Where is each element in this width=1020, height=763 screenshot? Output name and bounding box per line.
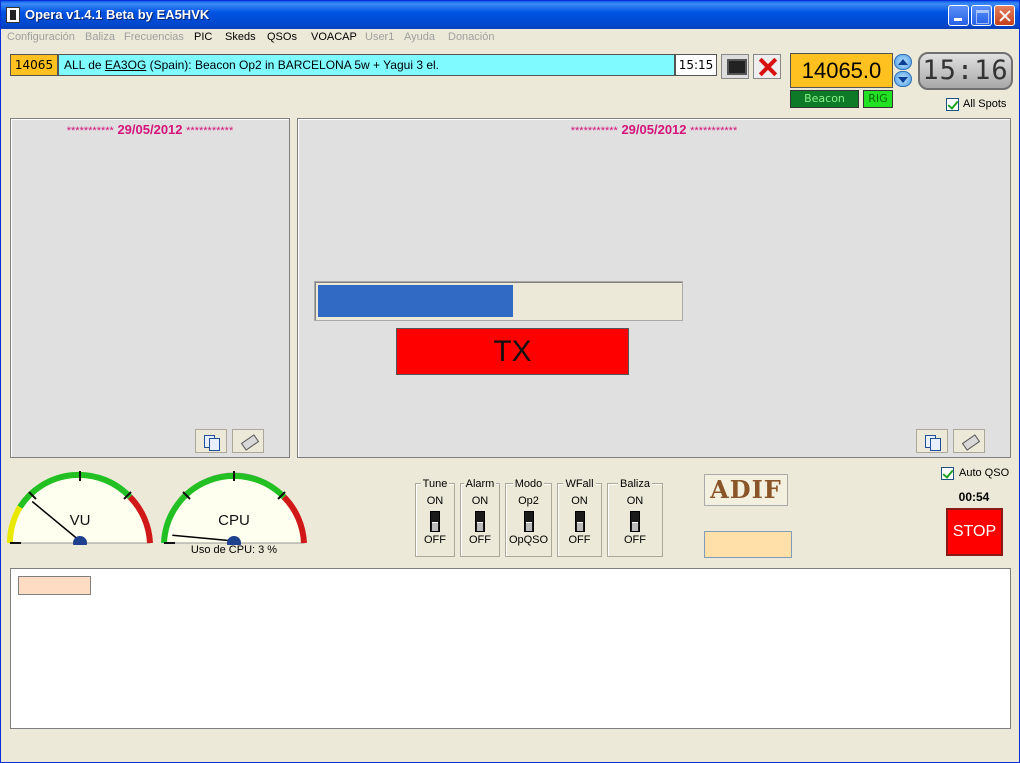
menu-voacap[interactable]: VOACAP	[311, 31, 357, 43]
switch-tune-off: OFF	[424, 534, 446, 546]
log-area[interactable]	[10, 568, 1011, 729]
left-panel-date: 29/05/2012	[117, 122, 183, 137]
switch-modo[interactable]: Modo Op2 OpQSO	[505, 478, 552, 557]
switch-modo-on: Op2	[518, 495, 539, 507]
rig-indicator[interactable]: RIG	[863, 90, 893, 108]
left-stars-left: ***********	[66, 125, 114, 137]
spot-callsign-link[interactable]: EA3OG	[105, 58, 146, 72]
switch-baliza-toggle[interactable]	[630, 511, 640, 532]
switch-baliza[interactable]: Baliza ON OFF	[607, 478, 663, 557]
stop-button[interactable]: STOP	[946, 508, 1003, 556]
maximize-button[interactable]	[971, 5, 992, 26]
left-decode-panel[interactable]: *********** 29/05/2012 ***********	[10, 118, 290, 458]
left-stars-right: ***********	[186, 125, 234, 137]
switch-baliza-on: ON	[626, 495, 644, 507]
switch-modo-off: OpQSO	[508, 534, 549, 546]
switch-tune-title: Tune	[420, 478, 450, 490]
cpu-label: CPU	[218, 512, 250, 529]
switch-wfall-on: ON	[571, 495, 588, 507]
adif-button[interactable]: ADIF	[704, 474, 788, 506]
left-copy-icon[interactable]	[195, 429, 227, 453]
beacon-indicator[interactable]: Beacon	[790, 90, 859, 108]
right-stars-right: ***********	[690, 125, 738, 137]
menu-configuracion[interactable]: Configuración	[7, 31, 75, 43]
switch-alarm-on: ON	[471, 495, 489, 507]
menu-donacion[interactable]: Donación	[448, 31, 494, 43]
switch-tune-on: ON	[426, 495, 444, 507]
tx-progress-fill	[318, 285, 513, 317]
switch-alarm-off: OFF	[469, 534, 491, 546]
cpu-gauge: CPU	[161, 471, 307, 545]
right-panel-date: 29/05/2012	[621, 122, 687, 137]
menu-bar: Configuración Baliza Frecuencias PIC Ske…	[1, 29, 1019, 47]
adif-input[interactable]	[704, 531, 792, 558]
menu-frecuencias[interactable]: Frecuencias	[124, 31, 184, 43]
right-stars-left: ***********	[570, 125, 618, 137]
window-title: Opera v1.4.1 Beta by EA5HVK	[25, 7, 210, 22]
spot-time: 15:15	[675, 54, 717, 76]
cpu-usage-text: Uso de CPU: 3 %	[190, 544, 278, 556]
all-spots-label: All Spots	[963, 98, 1007, 110]
left-panel-header: *********** 29/05/2012 ***********	[11, 122, 289, 137]
tx-progress-bar	[314, 281, 683, 321]
tx-indicator[interactable]: TX	[396, 328, 629, 375]
switch-baliza-off: OFF	[624, 534, 646, 546]
switch-tune[interactable]: Tune ON OFF	[415, 478, 455, 557]
switch-wfall[interactable]: WFall ON OFF	[557, 478, 602, 557]
auto-qso-label: Auto QSO	[959, 467, 1010, 479]
switch-baliza-title: Baliza	[618, 478, 652, 490]
close-button[interactable]	[994, 5, 1015, 26]
menu-qsos[interactable]: QSOs	[267, 31, 297, 43]
frequency-up-button[interactable]	[894, 54, 912, 70]
title-bar[interactable]: Opera v1.4.1 Beta by EA5HVK	[1, 1, 1019, 29]
left-eraser-icon[interactable]	[232, 429, 264, 453]
menu-skeds[interactable]: Skeds	[225, 31, 256, 43]
clock-display: 15:16	[918, 52, 1013, 90]
menu-user1[interactable]: User1	[365, 31, 394, 43]
app-icon	[6, 7, 20, 23]
switch-tune-toggle[interactable]	[430, 511, 440, 532]
right-eraser-icon[interactable]	[953, 429, 985, 453]
all-spots-checkbox[interactable]	[946, 98, 959, 111]
qso-timer: 00:54	[958, 490, 990, 504]
switch-wfall-title: WFall	[563, 478, 596, 490]
spot-frequency[interactable]: 14065	[10, 54, 58, 76]
menu-baliza[interactable]: Baliza	[85, 31, 115, 43]
vu-label: VU	[70, 512, 91, 529]
menu-ayuda[interactable]: Ayuda	[404, 31, 435, 43]
minimize-button[interactable]	[948, 5, 969, 26]
spot-message[interactable]: ALL de EA3OG (Spain): Beacon Op2 in BARC…	[58, 54, 675, 76]
terminal-icon[interactable]	[721, 54, 749, 79]
switch-wfall-toggle[interactable]	[574, 511, 585, 532]
switch-wfall-off: OFF	[568, 534, 591, 546]
switch-alarm[interactable]: Alarm ON OFF	[460, 478, 500, 557]
log-input-field[interactable]	[18, 576, 91, 595]
spot-text: (Spain): Beacon Op2 in BARCELONA 5w + Ya…	[146, 58, 439, 72]
spot-prefix: ALL de	[64, 58, 105, 72]
switch-alarm-toggle[interactable]	[475, 511, 485, 532]
frequency-down-button[interactable]	[894, 71, 912, 87]
frequency-display[interactable]: 14065.0	[790, 53, 893, 88]
right-copy-icon[interactable]	[916, 429, 948, 453]
main-window: Opera v1.4.1 Beta by EA5HVK Configuració…	[0, 0, 1020, 763]
right-panel-header: *********** 29/05/2012 ***********	[298, 122, 1010, 137]
switch-alarm-title: Alarm	[463, 478, 497, 490]
switch-modo-toggle[interactable]	[523, 511, 534, 532]
cancel-x-icon[interactable]	[753, 54, 781, 79]
auto-qso-checkbox[interactable]	[941, 467, 954, 480]
vu-gauge: VU	[7, 471, 153, 545]
menu-pic[interactable]: PIC	[194, 31, 212, 43]
switch-modo-title: Modo	[512, 478, 545, 490]
